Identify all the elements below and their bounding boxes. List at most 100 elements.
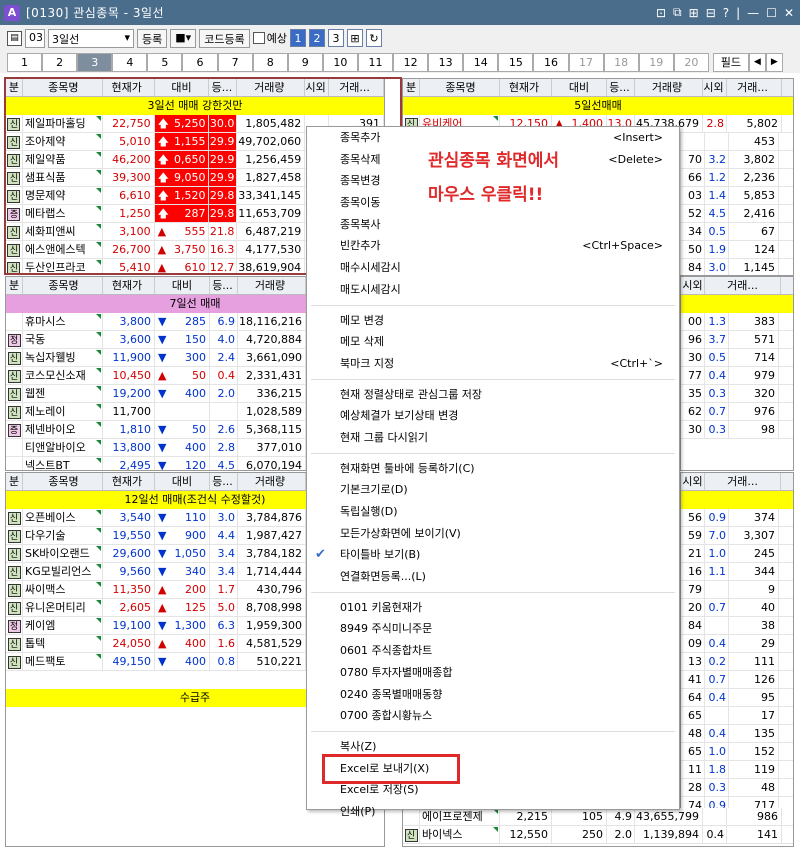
stock-name[interactable]: KG모빌리언스 <box>23 563 103 580</box>
restore-icon[interactable]: ⧉ <box>673 5 682 20</box>
tab-3[interactable]: 3 <box>77 52 113 72</box>
table-row[interactable]: 65 1.0 152 <box>681 743 793 761</box>
col-premarket[interactable]: 시외 <box>681 277 705 294</box>
table-row[interactable]: 35 0.3 320 <box>681 385 793 403</box>
layout-icon[interactable]: ▤ <box>7 30 22 46</box>
col-volume[interactable]: 거래량 <box>238 277 306 294</box>
stock-name[interactable]: 웹젠 <box>23 385 103 402</box>
tab-18[interactable]: 18 <box>603 52 639 72</box>
stock-name[interactable]: 바이넥스 <box>420 826 500 843</box>
col-premarket[interactable]: 시외 <box>703 79 727 96</box>
tab-17[interactable]: 17 <box>568 52 604 72</box>
menu-item[interactable]: 매도시세감시 <box>307 279 679 301</box>
table-row[interactable]: 20 0.7 40 <box>681 599 793 617</box>
col-price[interactable]: 현재가 <box>103 277 155 294</box>
stock-name[interactable]: 유니온머티리 <box>23 599 103 616</box>
minimize-icon[interactable]: — <box>747 6 759 20</box>
menu-item[interactable]: 북마크 지정 <Ctrl+`> <box>307 353 679 375</box>
stock-name[interactable]: 제노레이 <box>23 403 103 420</box>
menu-item[interactable]: 매수시세감시 <box>307 257 679 279</box>
table-row[interactable]: 64 0.4 95 <box>681 689 793 707</box>
menu-item[interactable]: 0700 종합시황뉴스 <box>307 705 679 727</box>
close-icon[interactable]: ✕ <box>784 6 794 20</box>
page-button-1[interactable]: 1 <box>289 29 306 47</box>
table-row[interactable]: 96 3.7 571 <box>681 331 793 349</box>
menu-item[interactable]: Excel로 저장(S) <box>307 779 679 801</box>
col-price[interactable]: 현재가 <box>103 473 155 490</box>
col-volume[interactable]: 거래량 <box>238 473 306 490</box>
col-trade[interactable]: 거래... <box>705 473 781 490</box>
col-price[interactable]: 현재가 <box>500 79 552 96</box>
table-row[interactable]: 65 17 <box>681 707 793 725</box>
screen-icon[interactable]: ⊡ <box>656 6 666 20</box>
menu-item[interactable]: 현재 그룹 다시읽기 <box>307 427 679 449</box>
stock-name[interactable]: 티앤알바이오 <box>23 439 103 456</box>
col-rate[interactable]: 등... <box>607 79 635 96</box>
tab-16[interactable]: 16 <box>533 52 569 72</box>
menu-item[interactable]: 8949 주식미니주문 <box>307 618 679 640</box>
menu-item[interactable]: 예상체결가 보기상태 변경 <box>307 405 679 427</box>
table-row[interactable]: 30 0.5 714 <box>681 349 793 367</box>
stock-name[interactable]: 다우기술 <box>23 527 103 544</box>
menu-item[interactable]: 모든가상화면에 보이기(V) <box>307 523 679 545</box>
col-change[interactable]: 대비 <box>552 79 607 96</box>
tab-12[interactable]: 12 <box>393 52 429 72</box>
table-row[interactable]: 62 0.7 976 <box>681 403 793 421</box>
table-row[interactable]: 13 0.2 111 <box>681 653 793 671</box>
table-row[interactable]: 30 0.3 98 <box>681 421 793 439</box>
expected-checkbox[interactable] <box>252 32 265 44</box>
tab-1[interactable]: 1 <box>7 52 43 72</box>
menu-item[interactable]: ✔ 타이틀바 보기(B) <box>307 544 679 566</box>
tab-2[interactable]: 2 <box>42 52 78 72</box>
tab-20[interactable]: 20 <box>673 52 709 72</box>
col-name[interactable]: 종목명 <box>23 277 103 294</box>
tab-4[interactable]: 4 <box>112 52 148 72</box>
scroll-right-icon[interactable]: ▶ <box>765 52 783 72</box>
code-register-button[interactable]: 코드등록 <box>199 28 250 48</box>
tab-9[interactable]: 9 <box>287 52 323 72</box>
menu-item[interactable]: 종목복사 <box>307 214 679 236</box>
table-row[interactable]: 77 0.4 979 <box>681 367 793 385</box>
stock-name[interactable]: 제넨바이오 <box>23 421 103 438</box>
col-trade[interactable]: 거래... <box>705 277 781 294</box>
tab-8[interactable]: 8 <box>252 52 288 72</box>
scroll-left-icon[interactable]: ◀ <box>748 52 766 72</box>
menu-item[interactable]: 현재 정렬상태로 관심그룹 저장 <box>307 384 679 406</box>
stock-name[interactable]: 녹십자웰빙 <box>23 349 103 366</box>
stock-name[interactable]: 케이엠 <box>23 617 103 634</box>
menu-item[interactable]: 빈칸추가 <Ctrl+Space> <box>307 235 679 257</box>
tab-19[interactable]: 19 <box>638 52 674 72</box>
stock-name[interactable]: 코스모신소재 <box>23 367 103 384</box>
menu-item[interactable]: 기본크기로(D) <box>307 479 679 501</box>
menu-item[interactable]: 독립실행(D) <box>307 501 679 523</box>
grid-icon[interactable]: ⊟ <box>706 6 716 20</box>
table-row[interactable]: 84 38 <box>681 617 793 635</box>
stock-name[interactable]: 메드팩토 <box>23 653 103 670</box>
table-row[interactable]: 신 바이넥스 12,550 250 2.0 1,139,894 0.4 141 <box>403 826 793 844</box>
table-row[interactable]: 79 9 <box>681 581 793 599</box>
col-trade[interactable]: 거래... <box>727 79 782 96</box>
tab-5[interactable]: 5 <box>147 52 183 72</box>
menu-item[interactable]: 현재화면 툴바에 등록하기(C) <box>307 458 679 480</box>
col-name[interactable]: 종목명 <box>420 79 500 96</box>
table-row[interactable]: 21 1.0 245 <box>681 545 793 563</box>
col-name[interactable]: 종목명 <box>23 473 103 490</box>
table-row[interactable]: 41 0.7 126 <box>681 671 793 689</box>
stock-name[interactable]: 톱텍 <box>23 635 103 652</box>
table-row[interactable]: 28 0.3 48 <box>681 779 793 797</box>
stock-name[interactable]: 오픈베이스 <box>23 509 103 526</box>
export-icon[interactable]: ⊞ <box>346 29 363 47</box>
group-number-input[interactable]: 03 <box>25 28 45 48</box>
tab-14[interactable]: 14 <box>463 52 499 72</box>
col-rate[interactable]: 등... <box>210 473 238 490</box>
tab-11[interactable]: 11 <box>357 52 394 72</box>
tab-7[interactable]: 7 <box>217 52 253 72</box>
col-change[interactable]: 대비 <box>155 473 210 490</box>
table-row[interactable]: 59 7.0 3,307 <box>681 527 793 545</box>
register-button[interactable]: 등록 <box>137 28 168 48</box>
menu-item[interactable]: 메모 변경 <box>307 310 679 332</box>
table-row[interactable]: 00 1.3 383 <box>681 313 793 331</box>
pin-icon[interactable]: ⊞ <box>689 6 699 20</box>
expected-checkbox-wrap[interactable]: 예상 <box>252 30 287 46</box>
stock-name[interactable]: SK바이오랜드 <box>23 545 103 562</box>
